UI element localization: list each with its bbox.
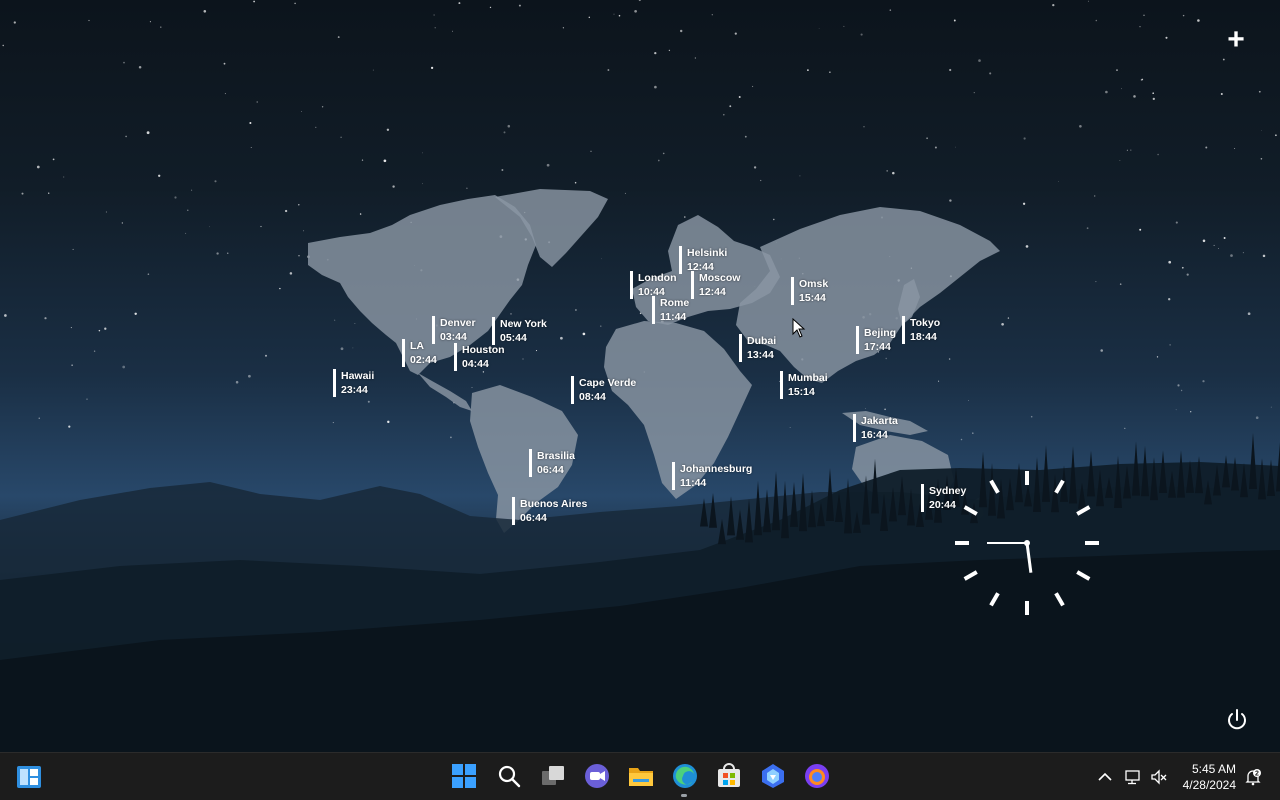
volume-muted-icon[interactable] — [1150, 768, 1168, 786]
clock-tick — [963, 570, 978, 581]
store-icon[interactable] — [716, 763, 742, 789]
city-name: Helsinki — [687, 247, 728, 259]
city-name: Bejing — [864, 327, 897, 339]
copilot-icon[interactable] — [760, 763, 786, 789]
network-icon[interactable] — [1124, 768, 1142, 786]
city-name: Denver — [440, 317, 476, 329]
notification-bell-icon[interactable]: 2 — [1244, 768, 1262, 786]
mountain-silhouette — [0, 432, 1280, 752]
city-time: 04:44 — [462, 358, 489, 370]
clock-tick — [1054, 592, 1065, 607]
clock-tick — [963, 505, 978, 516]
city-label-moscow: Moscow 12:44 — [691, 271, 740, 299]
city-name: Mumbai — [788, 372, 828, 384]
city-name: Dubai — [747, 335, 777, 347]
city-name: Cape Verde — [579, 377, 637, 389]
city-time: 17:44 — [864, 341, 891, 353]
city-label-dubai: Dubai 13:44 — [739, 334, 776, 362]
city-label-rome: Rome 11:44 — [652, 296, 689, 324]
city-label-omsk: Omsk 15:44 — [791, 277, 828, 305]
city-label-buenos-aires: Buenos Aires 06:44 — [512, 497, 587, 525]
city-name: Houston — [462, 344, 505, 356]
chat-icon[interactable] — [584, 763, 610, 789]
clock-tick — [989, 592, 1000, 607]
city-label-mumbai: Mumbai 15:14 — [780, 371, 828, 399]
active-app-indicator — [681, 794, 687, 797]
city-time: 23:44 — [341, 384, 368, 396]
city-name: LA — [410, 340, 424, 352]
firefox-icon[interactable] — [804, 763, 830, 789]
city-label-brasilia: Brasilia 06:44 — [529, 449, 575, 477]
taskbar-time: 5:45 AM — [1191, 762, 1236, 776]
city-name: New York — [500, 318, 547, 330]
taskbar: 5:45 AM 4/28/2024 2 — [0, 752, 1280, 800]
city-time: 11:44 — [660, 311, 687, 323]
desktop-wallpaper: Helsinki 12:44 London 10:44 Moscow 12:44 Om… — [0, 0, 1280, 752]
city-label-denver: Denver 03:44 — [432, 316, 476, 344]
city-time: 15:14 — [788, 386, 815, 398]
city-time: 13:44 — [747, 349, 774, 361]
taskbar-date: 4/28/2024 — [1182, 778, 1236, 792]
city-label-houston: Houston 04:44 — [454, 343, 505, 371]
city-name: Johannesburg — [680, 463, 753, 475]
city-label-la: LA 02:44 — [402, 339, 437, 367]
chevron-up-icon[interactable] — [1096, 768, 1114, 786]
clock-tick — [1076, 505, 1091, 516]
city-time: 05:44 — [500, 332, 527, 344]
tree — [1249, 432, 1257, 490]
city-time: 08:44 — [579, 391, 606, 403]
city-label-johannesburg: Johannesburg 11:44 — [672, 462, 752, 490]
add-city-button[interactable]: + — [1222, 25, 1250, 55]
city-name: Rome — [660, 297, 690, 309]
widgets-icon[interactable] — [16, 764, 42, 790]
edge-icon[interactable] — [672, 763, 698, 789]
clock-tick — [989, 479, 1000, 494]
city-label-bejing: Bejing 17:44 — [856, 326, 896, 354]
city-name: Buenos Aires — [520, 498, 588, 510]
city-label-tokyo: Tokyo 18:44 — [902, 316, 940, 344]
taskbar-clock[interactable]: 5:45 AM 4/28/2024 — [1183, 761, 1236, 793]
city-time: 15:44 — [799, 292, 826, 304]
city-name: Tokyo — [910, 317, 941, 329]
clock-center-dot — [1024, 540, 1030, 546]
city-label-helsinki: Helsinki 12:44 — [679, 246, 727, 274]
task-view-icon[interactable] — [540, 763, 566, 789]
city-name: London — [638, 272, 677, 284]
file-explorer-icon[interactable] — [628, 763, 654, 789]
clock-tick — [1054, 479, 1065, 494]
city-time: 03:44 — [440, 331, 467, 343]
city-time: 11:44 — [680, 477, 707, 489]
city-time: 16:44 — [861, 429, 888, 441]
city-name: Brasilia — [537, 450, 575, 462]
city-label-cape-verde: Cape Verde 08:44 — [571, 376, 636, 404]
power-icon[interactable] — [1224, 707, 1250, 733]
notification-count: 2 — [1255, 771, 1259, 778]
city-time: 12:44 — [699, 286, 726, 298]
city-name: Moscow — [699, 272, 741, 284]
city-name: Jakarta — [861, 415, 898, 427]
city-label-london: London 10:44 — [630, 271, 676, 299]
clock-tick — [1076, 570, 1091, 581]
city-time: 18:44 — [910, 331, 937, 343]
city-name: Hawaii — [341, 370, 375, 382]
city-label-new-york: New York 05:44 — [492, 317, 547, 345]
city-time: 06:44 — [520, 512, 547, 524]
city-name: Omsk — [799, 278, 829, 290]
city-label-hawaii: Hawaii 23:44 — [333, 369, 374, 397]
city-time: 06:44 — [537, 464, 564, 476]
start-icon[interactable] — [451, 763, 477, 789]
analog-clock — [955, 471, 1099, 615]
city-time: 02:44 — [410, 354, 437, 366]
city-label-jakarta: Jakarta 16:44 — [853, 414, 898, 442]
search-icon[interactable] — [496, 763, 522, 789]
clock-hour-hand — [1025, 542, 1033, 573]
mouse-cursor-icon — [792, 318, 806, 338]
